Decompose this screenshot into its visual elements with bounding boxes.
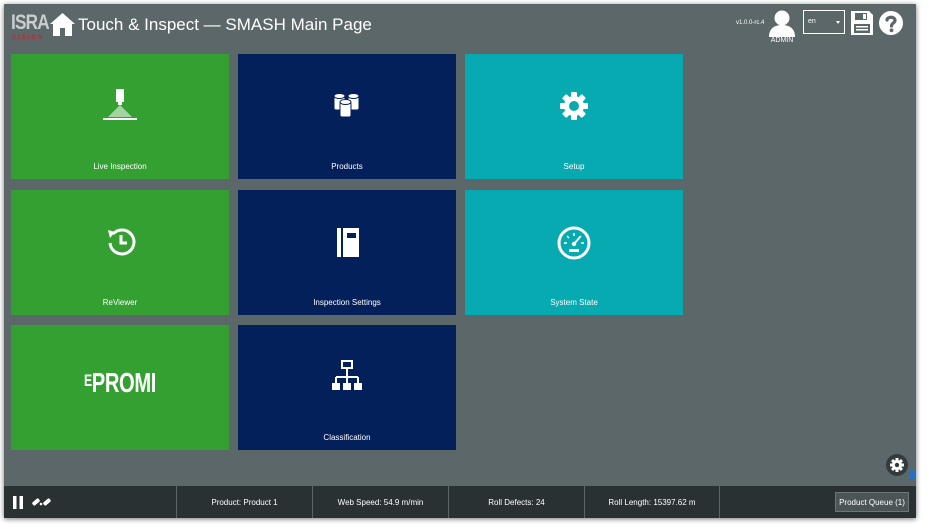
- tile-label: Setup: [563, 162, 585, 171]
- language-select[interactable]: en: [803, 10, 845, 34]
- page-title: Touch & Inspect — SMASH Main Page: [78, 15, 372, 34]
- tile-classification[interactable]: Classification: [238, 325, 456, 450]
- logo-text: ISRA: [11, 11, 50, 34]
- tile-label: ReViewer: [102, 298, 138, 307]
- speedometer-icon: [549, 222, 599, 262]
- gear-icon: [890, 458, 904, 472]
- tile-label: Classification: [323, 433, 371, 442]
- logo-subtext: VISION: [12, 35, 45, 41]
- version-label: v1.0.0-rc.4: [736, 20, 765, 26]
- status-bar: Product: Product 1 Web Speed: 54.9 m/min…: [4, 486, 916, 518]
- product-queue-label: Product Queue (1): [839, 498, 905, 507]
- tile-label: Live Inspection: [93, 162, 147, 171]
- language-value: en: [808, 18, 816, 25]
- gear-icon: [549, 86, 599, 126]
- app-window: ISRA VISION Touch & Inspect — SMASH Main…: [4, 4, 916, 518]
- hierarchy-icon: [322, 357, 372, 397]
- home-icon[interactable]: [49, 11, 76, 38]
- inspection-camera-icon: [95, 86, 145, 126]
- status-roll-length-text: Roll Length: 15397.62 m: [608, 498, 696, 507]
- epromi-logo: EPROMI: [83, 367, 157, 398]
- pause-icon[interactable]: [12, 495, 24, 510]
- status-roll-length: Roll Length: 15397.62 m: [584, 486, 720, 518]
- tile-system-state[interactable]: System State: [465, 190, 683, 315]
- save-icon[interactable]: [850, 10, 874, 36]
- product-rolls-icon: [322, 86, 372, 126]
- status-web-speed: Web Speed: 54.9 m/min: [312, 486, 448, 518]
- status-web-speed-text: Web Speed: 54.9 m/min: [337, 498, 424, 507]
- tile-products[interactable]: Products: [238, 54, 456, 179]
- tile-inspection-settings[interactable]: Inspection Settings: [238, 190, 456, 315]
- settings-gear-button[interactable]: [886, 454, 908, 476]
- tools-icon[interactable]: [30, 495, 52, 510]
- user-name: ADMIN: [770, 37, 794, 44]
- tile-setup[interactable]: Setup: [465, 54, 683, 179]
- product-queue-button[interactable]: Product Queue (1): [835, 492, 909, 512]
- tile-label: Inspection Settings: [313, 298, 381, 307]
- tile-label: Products: [331, 162, 363, 171]
- status-product: Product: Product 1: [176, 486, 312, 518]
- tile-live-inspection[interactable]: Live Inspection: [11, 54, 229, 179]
- tile-label: System State: [550, 298, 598, 307]
- help-icon[interactable]: [878, 10, 904, 36]
- isra-logo: ISRA VISION: [11, 11, 50, 43]
- book-icon: [322, 222, 372, 262]
- tile-epromi[interactable]: EPROMI: [11, 325, 229, 450]
- status-product-text: Product: Product 1: [211, 498, 278, 507]
- status-roll-defects-text: Roll Defects: 24: [488, 498, 545, 507]
- chevron-down-icon: [836, 21, 840, 24]
- status-roll-defects: Roll Defects: 24: [448, 486, 584, 518]
- tile-reviewer[interactable]: ReViewer: [11, 190, 229, 315]
- side-indicator: [910, 470, 916, 480]
- history-icon: [95, 222, 145, 262]
- user-icon[interactable]: [767, 9, 797, 37]
